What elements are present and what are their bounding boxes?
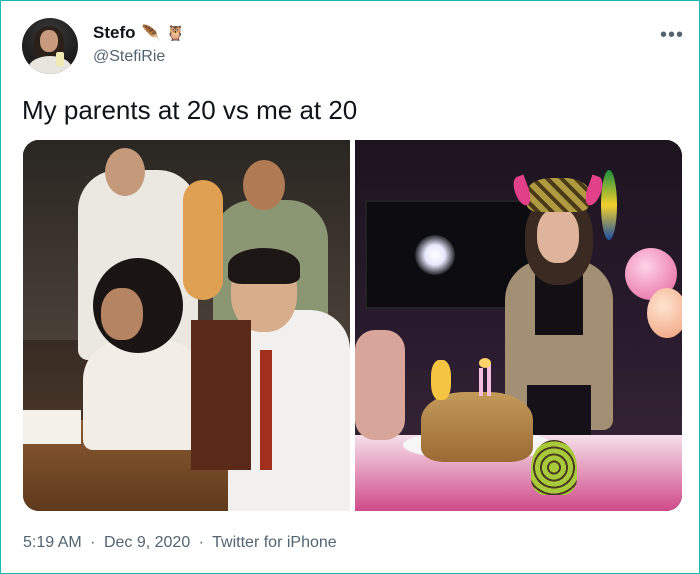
- small-child: [355, 330, 405, 440]
- chair: [191, 320, 251, 470]
- cake-topper-doll: [431, 360, 451, 400]
- candle-1: [479, 368, 483, 396]
- owl-icon: 🦉: [166, 25, 185, 42]
- cake: [421, 392, 533, 462]
- author-block: Stefo 🪶 🦉 @StefiRie: [93, 23, 185, 66]
- balloon-peach: [647, 288, 682, 338]
- paper: [23, 410, 81, 444]
- tweet-time[interactable]: 5:19 AM: [23, 534, 82, 551]
- tweet-text: My parents at 20 vs me at 20: [22, 95, 358, 125]
- woman-orange: [183, 180, 223, 300]
- display-name-row[interactable]: Stefo 🪶 🦉: [93, 23, 185, 43]
- tweet-date[interactable]: Dec 9, 2020: [104, 534, 190, 551]
- tweet-source[interactable]: Twitter for iPhone: [212, 534, 337, 551]
- tweet-meta: 5:19 AM · Dec 9, 2020 · Twitter for iPho…: [23, 534, 341, 552]
- avatar-shirt: [28, 56, 72, 74]
- tweet-card: Stefo 🪶 🦉 @StefiRie ••• My parents at 20…: [0, 0, 700, 574]
- young-man-hair: [228, 248, 300, 284]
- young-man-tie: [260, 350, 272, 470]
- candle-flame: [479, 358, 491, 368]
- standing-man-head: [105, 148, 145, 196]
- media-grid: [23, 140, 682, 511]
- avatar-drink: [56, 52, 64, 66]
- avatar[interactable]: [22, 18, 78, 74]
- standing-man2-head: [243, 160, 285, 210]
- photo-me[interactable]: [355, 140, 682, 511]
- meta-separator: ·: [90, 534, 96, 551]
- feather-icon: 🪶: [141, 25, 161, 42]
- woman-body: [83, 340, 203, 450]
- photo-parents[interactable]: [23, 140, 350, 511]
- light-glare: [415, 235, 455, 275]
- leopard-hat: [531, 440, 577, 495]
- candle-2: [487, 364, 491, 396]
- user-handle[interactable]: @StefiRie: [93, 48, 185, 66]
- avatar-face: [40, 30, 58, 52]
- tweet-header: Stefo 🪶 🦉 @StefiRie •••: [22, 18, 684, 74]
- display-name[interactable]: Stefo: [93, 23, 136, 43]
- girl-hat: [527, 178, 589, 212]
- meta-separator-2: ·: [198, 534, 204, 551]
- more-options-icon[interactable]: •••: [660, 24, 684, 47]
- surfboard-decoration: [601, 170, 617, 240]
- girl-face: [537, 208, 579, 263]
- woman-face: [101, 288, 143, 340]
